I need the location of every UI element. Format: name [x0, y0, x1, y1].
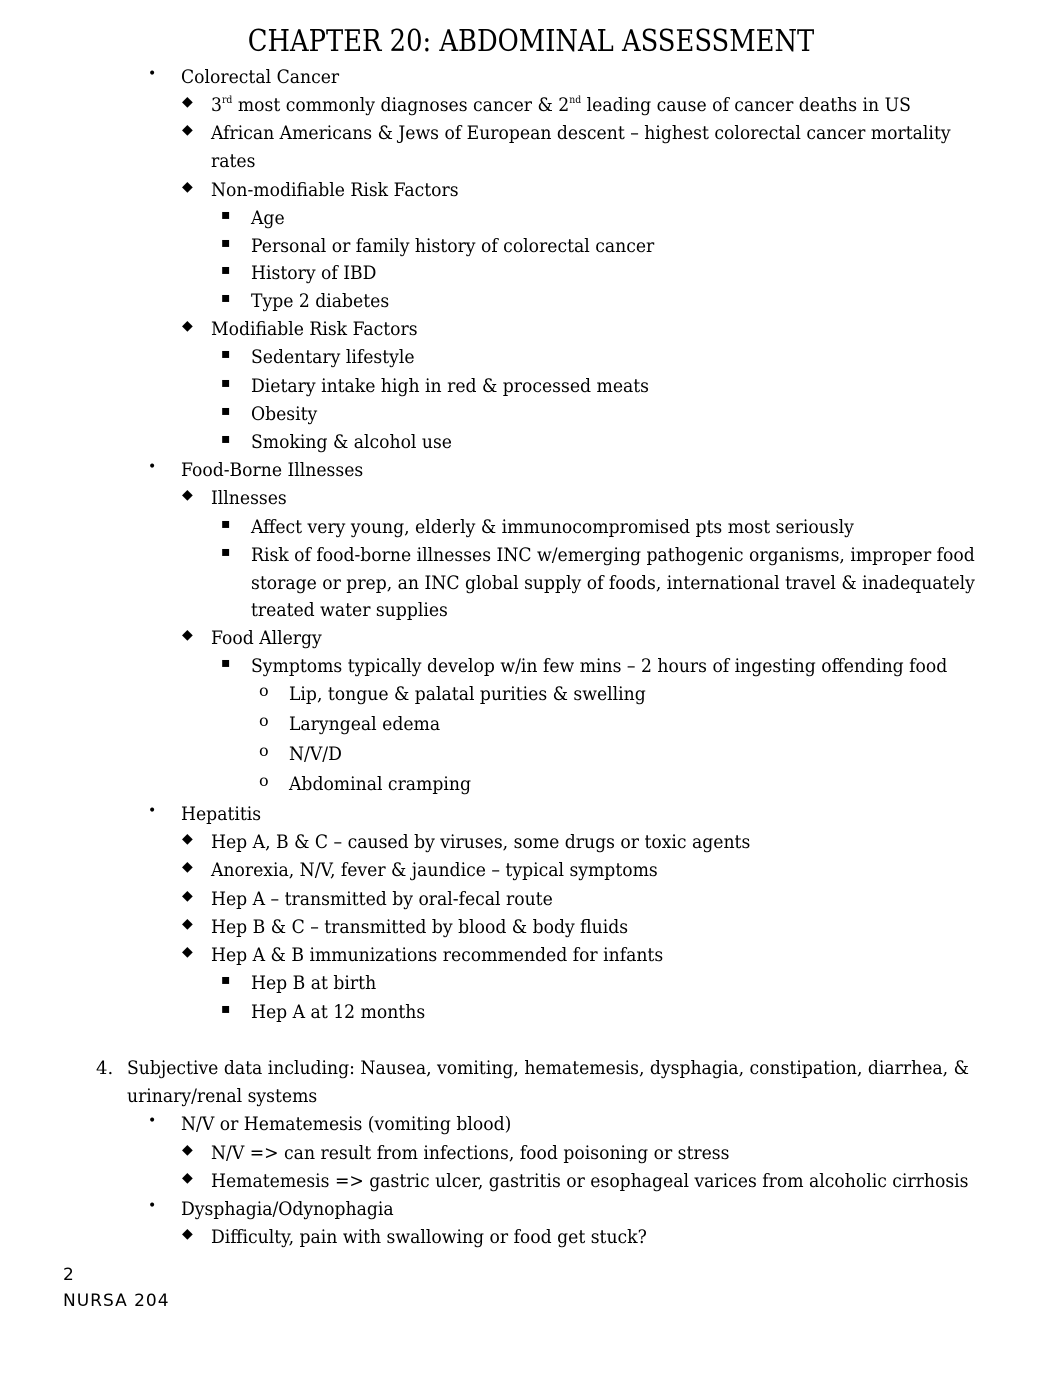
list-marker-icon: ▪ [221, 346, 231, 362]
list-item: Obesity [251, 404, 318, 425]
list-marker-icon: ◆ [182, 318, 193, 334]
list-marker-icon: • [148, 66, 157, 82]
list-item: Type 2 diabetes [251, 291, 390, 312]
list-item: N/V/D [289, 744, 342, 765]
list-item: Hep A at 12 months [251, 1002, 426, 1023]
list-item: African Americans & Jews of European des… [211, 123, 951, 144]
list-item: Non-modifiable Risk Factors [211, 180, 459, 201]
list-marker-icon: ▪ [221, 403, 231, 419]
list-item: Hematemesis => gastric ulcer, gastritis … [211, 1171, 969, 1192]
list-item: rates [211, 151, 256, 172]
list-item: Risk of food-borne illnesses INC w/emerg… [251, 545, 975, 566]
list-item: treated water supplies [251, 600, 448, 621]
list-item: Dysphagia/Odynophagia [181, 1199, 394, 1220]
list-marker-icon: 4. [96, 1058, 114, 1079]
list-item: Hep A – transmitted by oral-fecal route [211, 889, 553, 910]
list-item: Anorexia, N/V, fever & jaundice – typica… [211, 860, 658, 881]
list-marker-icon: ▪ [221, 207, 231, 223]
page-title: CHAPTER 20: ABDOMINAL ASSESSMENT [247, 24, 815, 59]
list-marker-icon: ◆ [182, 179, 193, 195]
list-item: Food-Borne Illnesses [181, 460, 364, 481]
list-item: Dietary intake high in red & processed m… [251, 376, 650, 397]
list-marker-icon: ◆ [182, 94, 193, 110]
list-marker-icon: • [148, 1113, 157, 1129]
list-marker-icon: o [259, 771, 269, 790]
list-marker-icon: ▪ [221, 516, 231, 532]
list-item: Sedentary lifestyle [251, 347, 415, 368]
list-marker-icon: ▪ [221, 290, 231, 306]
list-marker-icon: ◆ [182, 831, 193, 847]
list-marker-icon: ◆ [182, 627, 193, 643]
course-code: NURSA 204 [63, 1291, 170, 1311]
list-item: Hep A & B immunizations recommended for … [211, 945, 664, 966]
list-item: Colorectal Cancer [181, 67, 340, 88]
list-marker-icon: o [259, 741, 269, 760]
list-item: History of IBD [251, 263, 377, 284]
list-marker-icon: ◆ [182, 944, 193, 960]
list-marker-icon: ◆ [182, 1170, 193, 1186]
list-item: Difficulty, pain with swallowing or food… [211, 1227, 647, 1248]
list-marker-icon: o [259, 681, 269, 700]
list-item: Lip, tongue & palatal purities & swellin… [289, 684, 646, 705]
list-item: Hep B & C – transmitted by blood & body … [211, 917, 629, 938]
list-marker-icon: ▪ [221, 1001, 231, 1017]
list-item: N/V or Hematemesis (vomiting blood) [181, 1114, 512, 1135]
list-marker-icon: ◆ [182, 916, 193, 932]
list-marker-icon: ▪ [221, 655, 231, 671]
list-item: Abdominal cramping [289, 774, 471, 795]
list-item: Personal or family history of colorectal… [251, 236, 655, 257]
list-item: Affect very young, elderly & immunocompr… [251, 517, 854, 538]
list-marker-icon: • [148, 1198, 157, 1214]
list-marker-icon: ◆ [182, 1226, 193, 1242]
list-marker-icon: ◆ [182, 487, 193, 503]
list-item: Subjective data including: Nausea, vomit… [127, 1058, 969, 1079]
list-item: Smoking & alcohol use [251, 432, 452, 453]
list-marker-icon: ▪ [221, 262, 231, 278]
list-item: storage or prep, an INC global supply of… [251, 573, 975, 594]
list-marker-icon: ▪ [221, 431, 231, 447]
list-marker-icon: ▪ [221, 544, 231, 560]
list-item: Illnesses [211, 488, 287, 509]
list-item: Hep B at birth [251, 973, 377, 994]
list-item: Age [251, 208, 285, 229]
list-item: Hep A, B & C – caused by viruses, some d… [211, 832, 751, 853]
list-item: 3rd most commonly diagnoses cancer & 2nd… [211, 95, 911, 116]
list-item: N/V => can result from infections, food … [211, 1143, 730, 1164]
list-marker-icon: ▪ [221, 235, 231, 251]
list-item: Symptoms typically develop w/in few mins… [251, 656, 948, 677]
list-item: Hepatitis [181, 804, 262, 825]
list-marker-icon: ▪ [221, 375, 231, 391]
list-item: Laryngeal edema [289, 714, 441, 735]
list-marker-icon: • [148, 803, 157, 819]
list-marker-icon: • [148, 459, 157, 475]
page-number: 2 [63, 1265, 75, 1285]
list-item: Modifiable Risk Factors [211, 319, 418, 340]
list-marker-icon: ◆ [182, 122, 193, 138]
list-marker-icon: o [259, 711, 269, 730]
list-marker-icon: ◆ [182, 1142, 193, 1158]
list-marker-icon: ◆ [182, 859, 193, 875]
list-marker-icon: ◆ [182, 888, 193, 904]
list-marker-icon: ▪ [221, 972, 231, 988]
